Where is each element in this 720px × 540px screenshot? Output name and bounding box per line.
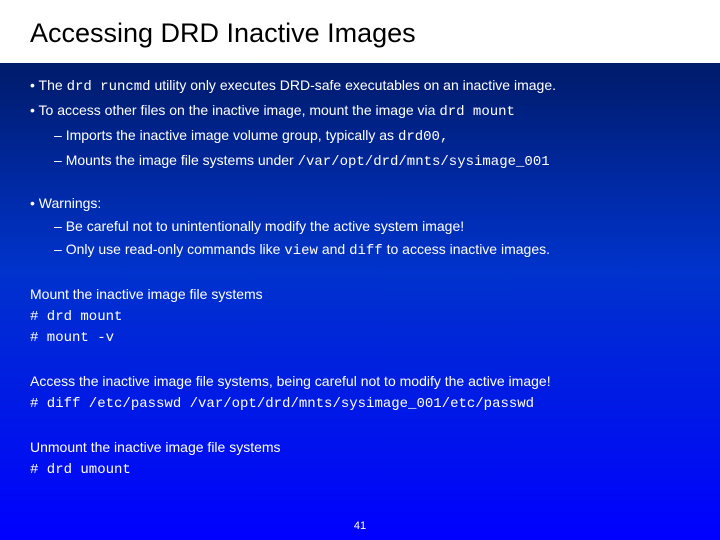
cmd-diff: # diff /etc/passwd /var/opt/drd/mnts/sys…	[30, 394, 690, 415]
bullet-2-1: Imports the inactive image volume group,…	[54, 125, 690, 148]
bullet-2: To access other files on the inactive im…	[30, 100, 690, 123]
bullet-3: Warnings:	[30, 193, 690, 214]
bullet-2-2: Mounts the image file systems under /var…	[54, 150, 690, 173]
bullet-3-2: Only use read-only commands like view an…	[54, 239, 690, 262]
cmd-mount-v: # mount -v	[30, 328, 690, 349]
block-mount-head: Mount the inactive image file systems	[30, 284, 690, 305]
bullet-1: The drd runcmd utility only executes DRD…	[30, 75, 690, 98]
slide-content: The drd runcmd utility only executes DRD…	[0, 63, 720, 481]
bullet-3-1: Be careful not to unintentionally modify…	[54, 216, 690, 237]
block-access-head: Access the inactive image file systems, …	[30, 371, 690, 392]
block-mount: Mount the inactive image file systems # …	[30, 284, 690, 349]
slide: Accessing DRD Inactive Images The drd ru…	[0, 0, 720, 540]
cmd-drd-umount: # drd umount	[30, 460, 690, 481]
cmd-drd-mount: # drd mount	[30, 307, 690, 328]
slide-title: Accessing DRD Inactive Images	[0, 0, 720, 63]
page-number: 41	[0, 520, 720, 532]
block-umount-head: Unmount the inactive image file systems	[30, 437, 690, 458]
block-access: Access the inactive image file systems, …	[30, 371, 690, 415]
block-umount: Unmount the inactive image file systems …	[30, 437, 690, 481]
